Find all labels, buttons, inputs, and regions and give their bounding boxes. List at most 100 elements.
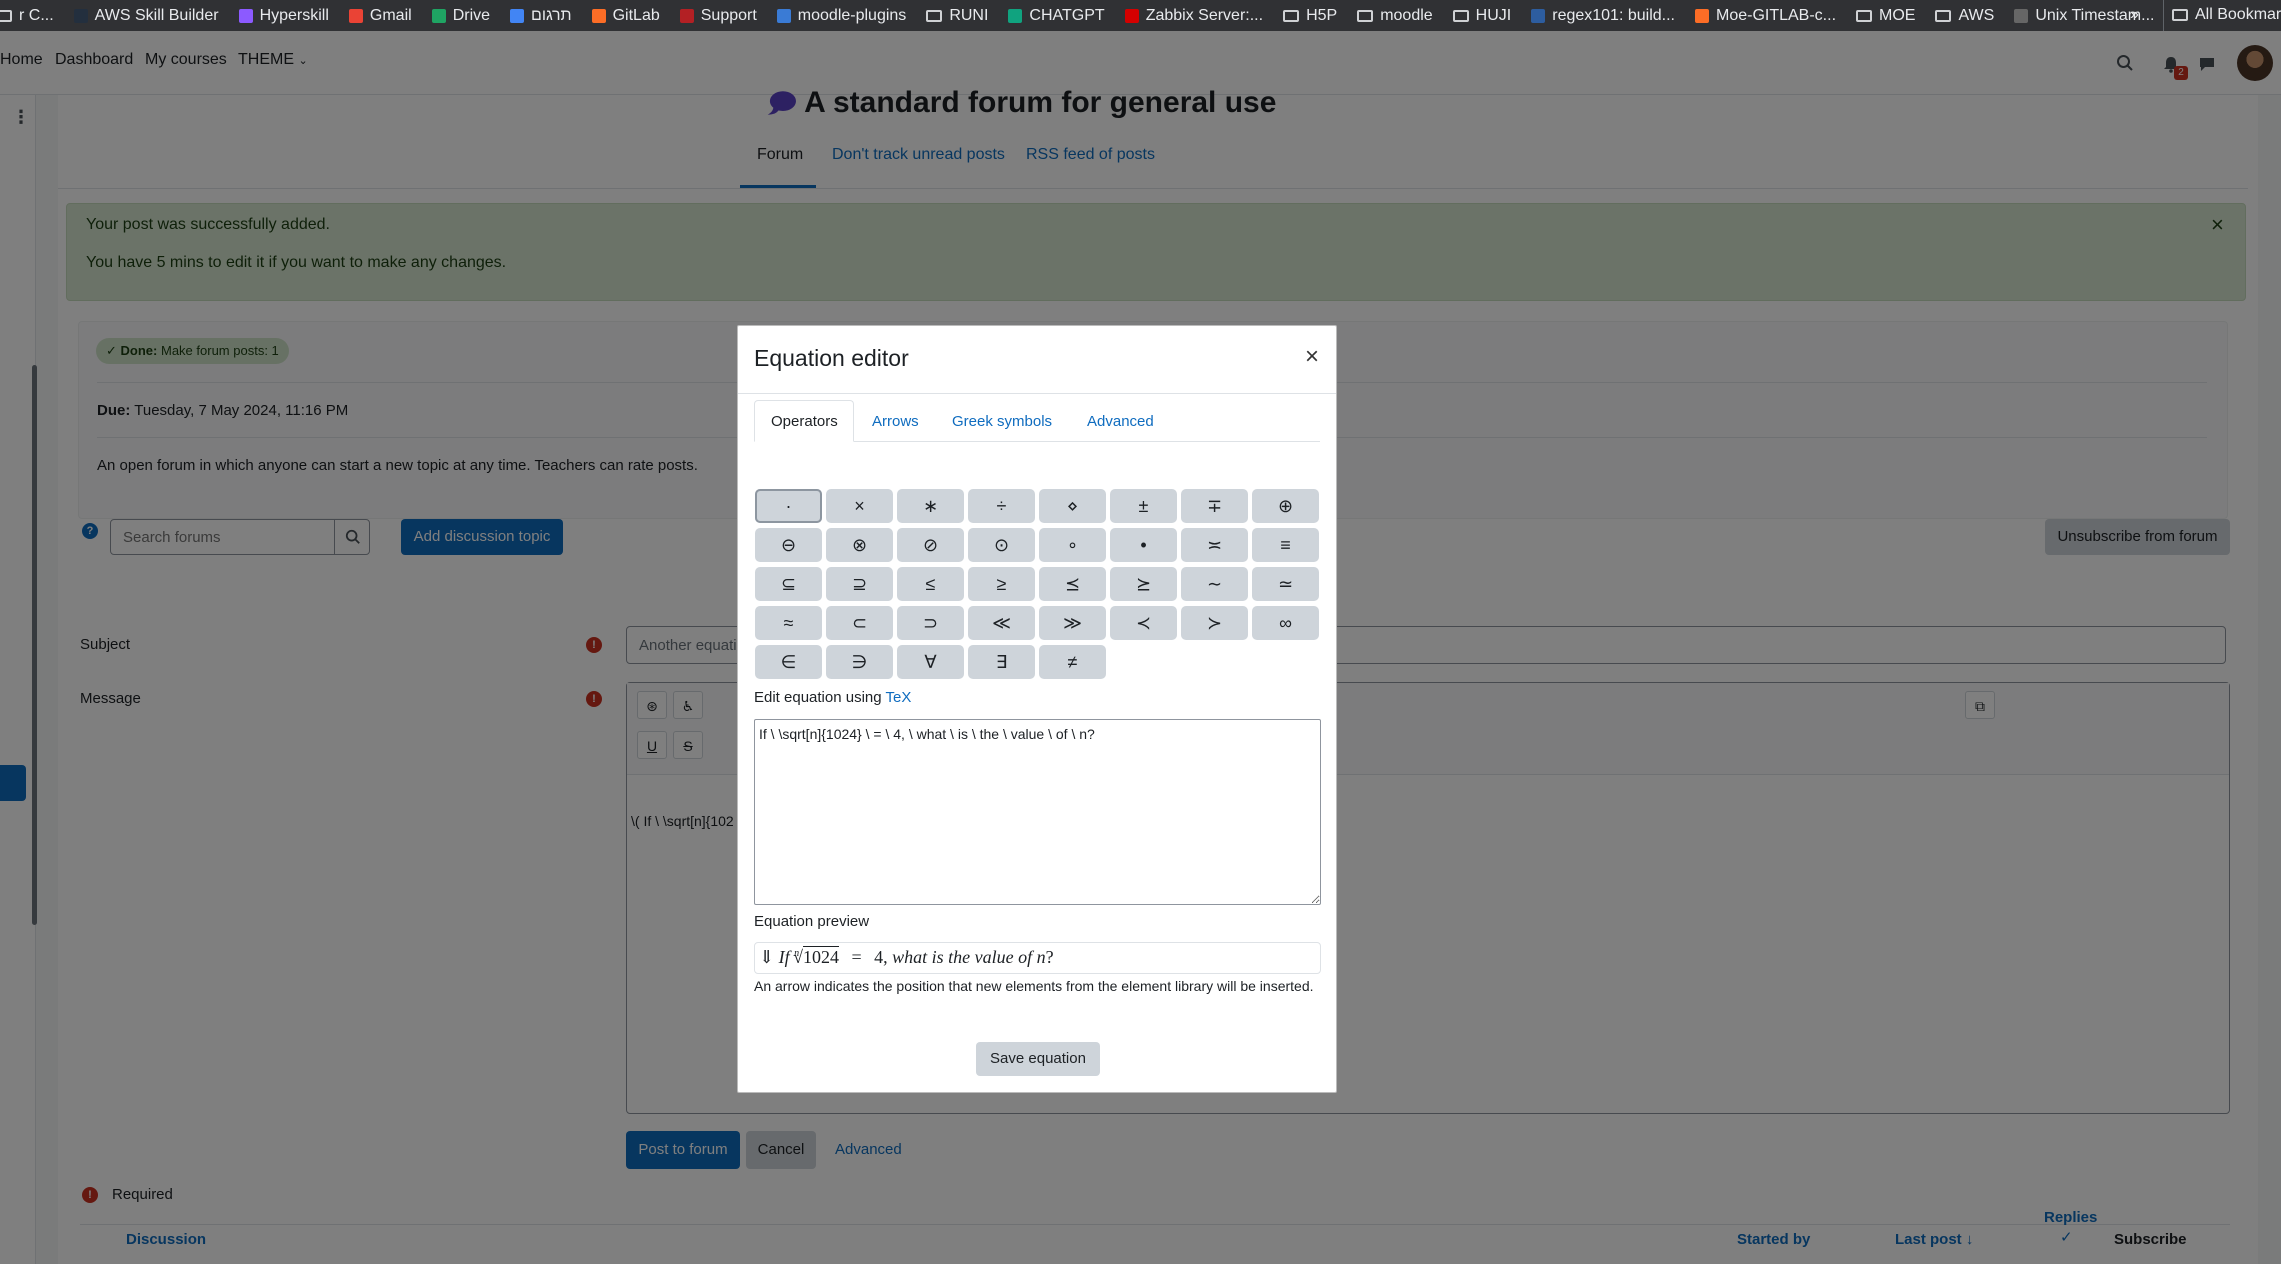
equation-preview-label: Equation preview bbox=[754, 913, 870, 930]
bookmark-item[interactable]: moodle-plugins bbox=[767, 7, 917, 25]
operator-button[interactable]: ⋄ bbox=[1039, 489, 1106, 523]
bookmark-label: GitLab bbox=[612, 6, 660, 24]
operator-button[interactable]: ≥ bbox=[968, 567, 1035, 601]
gmail-icon bbox=[348, 8, 363, 23]
bookmark-item[interactable]: H5P bbox=[1273, 7, 1347, 25]
bookmark-item[interactable]: AWS bbox=[1925, 7, 2004, 25]
operator-button[interactable]: ⪯ bbox=[1039, 567, 1106, 601]
bookmark-item[interactable]: Zabbix Server:... bbox=[1115, 7, 1273, 25]
operator-button[interactable]: ⊘ bbox=[897, 528, 964, 562]
preview-variable: n bbox=[1036, 947, 1046, 967]
zabbix-icon bbox=[1124, 8, 1139, 23]
operator-button[interactable]: ∞ bbox=[1252, 606, 1319, 640]
bookmarks-divider bbox=[2163, 0, 2164, 31]
preview-radical: √ bbox=[793, 947, 803, 967]
bookmarks-bar: r C... AWS Skill Builder Hyperskill Gmail Dr… bbox=[0, 0, 2281, 31]
operator-button[interactable]: ∋ bbox=[826, 645, 893, 679]
modal-tab-greek[interactable]: Greek symbols bbox=[952, 413, 1052, 430]
bookmark-label: regex101: build... bbox=[1552, 6, 1675, 24]
operator-button[interactable]: ≡ bbox=[1252, 528, 1319, 562]
save-equation-button[interactable]: Save equation bbox=[976, 1042, 1100, 1076]
operator-button[interactable]: ⊕ bbox=[1252, 489, 1319, 523]
bookmark-item[interactable]: Support bbox=[670, 7, 767, 25]
bookmark-label: Hyperskill bbox=[259, 6, 329, 24]
bookmark-item[interactable]: regex101: build... bbox=[1521, 7, 1685, 25]
regex-icon bbox=[1531, 8, 1546, 23]
bookmark-item[interactable]: RUNI bbox=[916, 7, 998, 25]
operator-button[interactable]: ≈ bbox=[755, 606, 822, 640]
bookmark-label: AWS Skill Builder bbox=[94, 6, 219, 24]
operator-button[interactable]: ≠ bbox=[1039, 645, 1106, 679]
modal-tab-advanced[interactable]: Advanced bbox=[1087, 413, 1154, 430]
aws-icon bbox=[73, 8, 88, 23]
bookmark-item[interactable]: Drive bbox=[422, 7, 500, 25]
operator-button[interactable]: • bbox=[1110, 528, 1177, 562]
bookmark-item[interactable]: AWS Skill Builder bbox=[64, 7, 229, 25]
bookmark-item[interactable]: MOE bbox=[1846, 7, 1925, 25]
modal-header-divider bbox=[738, 393, 1336, 394]
operator-button[interactable]: ⊃ bbox=[897, 606, 964, 640]
bookmark-item[interactable]: Gmail bbox=[339, 7, 422, 25]
operator-button[interactable]: ≍ bbox=[1181, 528, 1248, 562]
operator-button[interactable]: ∀ bbox=[897, 645, 964, 679]
operator-button[interactable]: ≫ bbox=[1039, 606, 1106, 640]
bookmark-item[interactable]: moodle bbox=[1347, 7, 1442, 25]
bookmark-item[interactable]: Hyperskill bbox=[229, 7, 339, 25]
bookmark-label: H5P bbox=[1306, 6, 1338, 24]
operator-button[interactable]: ≃ bbox=[1252, 567, 1319, 601]
bookmark-item[interactable]: r C... bbox=[0, 7, 64, 25]
operator-button[interactable]: ∘ bbox=[1039, 528, 1106, 562]
bookmark-item[interactable]: GitLab bbox=[582, 7, 670, 25]
operator-button[interactable]: ∃ bbox=[968, 645, 1035, 679]
operator-button[interactable]: ⊙ bbox=[968, 528, 1035, 562]
operator-button[interactable]: ± bbox=[1110, 489, 1177, 523]
bookmark-item[interactable]: CHATGPT bbox=[998, 7, 1114, 25]
tex-equation-input[interactable]: If \ \sqrt[n]{1024} \ = \ 4, \ what \ is… bbox=[754, 719, 1321, 905]
tex-link[interactable]: TeX bbox=[886, 689, 912, 706]
folder-icon bbox=[0, 9, 12, 22]
bookmark-item[interactable]: Moe-GITLAB-c... bbox=[1685, 7, 1846, 25]
equation-preview: ⇓ If n√1024 = 4, what is the value of n? bbox=[754, 942, 1321, 974]
bookmark-label: moodle bbox=[1380, 6, 1433, 24]
modal-close-button[interactable]: × bbox=[1305, 343, 1319, 371]
equation-editor-dialog: Equation editor × Operators Arrows Greek… bbox=[737, 325, 1337, 1093]
operator-button[interactable]: ⊂ bbox=[826, 606, 893, 640]
bookmark-item[interactable]: HUJI bbox=[1443, 7, 1522, 25]
operator-button[interactable]: ⊆ bbox=[755, 567, 822, 601]
operator-button[interactable]: ≻ bbox=[1181, 606, 1248, 640]
operator-button[interactable]: ∗ bbox=[897, 489, 964, 523]
bookmark-item[interactable]: Unix Timestam... bbox=[2004, 7, 2164, 25]
operators-grid: · × ∗ ÷ ⋄ ± ∓ ⊕ ⊖ ⊗ ⊘ ⊙ ∘ • ≍ ≡ ⊆ ⊇ ≤ ≥ ⪯ ⪰ ∼ ≃ ≈ ⊂ ⊃ ≪ ≫ ≺ ≻ ∞ ∈ ∋ ∀ ∃ ≠ bbox=[755, 489, 1321, 679]
modal-tab-operators-label: Operators bbox=[771, 413, 838, 430]
operator-button[interactable]: ⪰ bbox=[1110, 567, 1177, 601]
operator-button[interactable]: ≤ bbox=[897, 567, 964, 601]
operator-button[interactable]: ≺ bbox=[1110, 606, 1177, 640]
bookmark-label: RUNI bbox=[949, 6, 989, 24]
preview-question-mark: ? bbox=[1045, 947, 1054, 967]
clock-icon bbox=[2014, 8, 2029, 23]
folder-icon bbox=[1283, 9, 1300, 22]
operator-button[interactable]: ∈ bbox=[755, 645, 822, 679]
operator-button[interactable]: × bbox=[826, 489, 893, 523]
all-bookmarks-button[interactable]: All Bookmarks bbox=[2172, 6, 2281, 24]
bookmark-label: CHATGPT bbox=[1029, 6, 1105, 24]
operator-button[interactable]: ⊗ bbox=[826, 528, 893, 562]
bookmark-item[interactable]: תרגום bbox=[500, 7, 582, 25]
operator-button[interactable]: ∼ bbox=[1181, 567, 1248, 601]
modal-tab-arrows[interactable]: Arrows bbox=[872, 413, 919, 430]
moodle-icon bbox=[776, 8, 791, 23]
operator-button[interactable]: ⊖ bbox=[755, 528, 822, 562]
operator-button[interactable]: ≪ bbox=[968, 606, 1035, 640]
folder-icon bbox=[1935, 9, 1952, 22]
bookmarks-more-button[interactable]: » bbox=[2130, 6, 2139, 24]
modal-tab-operators[interactable]: Operators bbox=[754, 400, 854, 442]
operator-button[interactable]: · bbox=[755, 489, 822, 523]
preview-equals: = bbox=[851, 947, 862, 967]
bookmark-label: Gmail bbox=[369, 6, 412, 24]
operator-button[interactable]: ∓ bbox=[1181, 489, 1248, 523]
operator-button[interactable]: ⊇ bbox=[826, 567, 893, 601]
hyperskill-icon bbox=[238, 8, 253, 23]
bookmark-label: moodle-plugins bbox=[797, 6, 907, 24]
operator-button[interactable]: ÷ bbox=[968, 489, 1035, 523]
